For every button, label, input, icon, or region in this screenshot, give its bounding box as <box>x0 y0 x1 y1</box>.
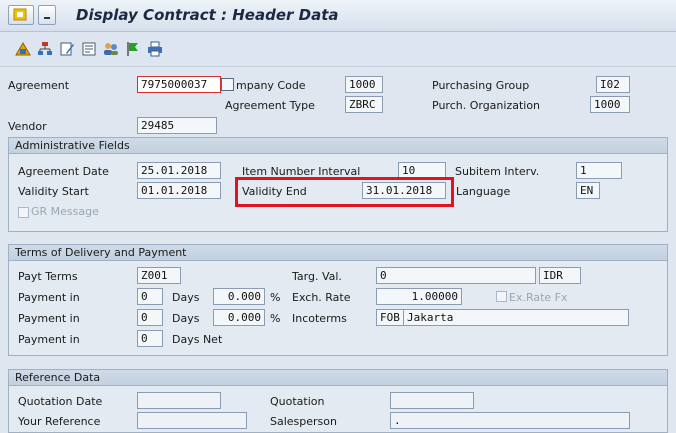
system-menu-button[interactable] <box>8 5 34 25</box>
percent-label-2: % <box>270 312 281 325</box>
payment-in-label-2: Payment in <box>18 312 80 325</box>
ex-rate-fx-label: Ex.Rate Fx <box>509 291 568 304</box>
your-reference-label: Your Reference <box>18 415 101 428</box>
days-label-1: Days <box>172 291 200 304</box>
agreement-label: Agreement <box>8 79 70 92</box>
dropdown-icon <box>44 17 50 19</box>
payt-terms-field[interactable]: Z001 <box>137 267 181 284</box>
language-field[interactable]: EN <box>576 182 600 199</box>
validity-end-label: Validity End <box>242 185 307 198</box>
print-icon[interactable] <box>146 40 164 58</box>
flag-icon[interactable] <box>124 40 142 58</box>
validity-start-field[interactable]: 01.01.2018 <box>137 182 221 199</box>
incoterms-place-field[interactable]: Jakarta <box>403 309 629 326</box>
reference-data-title: Reference Data <box>9 370 667 386</box>
hierarchy-icon[interactable] <box>36 40 54 58</box>
search-help-icon[interactable] <box>221 78 234 91</box>
administrative-fields-title: Administrative Fields <box>9 138 667 154</box>
purchasing-group-label: Purchasing Group <box>432 79 530 92</box>
vendor-label: Vendor <box>8 120 47 133</box>
purch-org-field[interactable]: 1000 <box>590 96 630 113</box>
payment-in-label-1: Payment in <box>18 291 80 304</box>
partners-icon[interactable] <box>102 40 120 58</box>
quotation-date-field[interactable] <box>137 392 221 409</box>
subitem-interval-label: Subitem Interv. <box>455 165 540 178</box>
incoterms-label: Incoterms <box>292 312 347 325</box>
subitem-interval-field[interactable]: 1 <box>576 162 622 179</box>
gr-message-checkbox[interactable] <box>18 207 29 218</box>
agreement-type-field[interactable]: ZBRC <box>345 96 383 113</box>
purch-org-label: Purch. Organization <box>432 99 541 112</box>
company-code-field[interactable]: 1000 <box>345 76 383 93</box>
payment-in-label-3: Payment in <box>18 333 80 346</box>
your-reference-field[interactable] <box>137 412 247 429</box>
company-code-label: mpany Code <box>236 79 306 92</box>
exch-rate-field[interactable]: 1.00000 <box>376 288 462 305</box>
payment-days-field-2[interactable]: 0 <box>137 309 163 326</box>
terms-of-delivery-title: Terms of Delivery and Payment <box>9 245 667 261</box>
window-menu-button[interactable] <box>38 5 56 25</box>
quotation-date-label: Quotation Date <box>18 395 103 408</box>
agreement-date-field[interactable]: 25.01.2018 <box>137 162 221 179</box>
agreement-type-label: Agreement Type <box>225 99 315 112</box>
targ-val-field[interactable]: 0 <box>376 267 536 284</box>
language-label: Language <box>456 185 511 198</box>
validity-start-label: Validity Start <box>18 185 89 198</box>
payt-terms-label: Payt Terms <box>18 270 78 283</box>
salesperson-field[interactable]: . <box>390 412 630 429</box>
validity-end-field[interactable]: 31.01.2018 <box>362 182 446 199</box>
ex-rate-fx-checkbox[interactable] <box>496 291 507 302</box>
quotation-field[interactable] <box>390 392 474 409</box>
agreement-field[interactable]: 7975000037 <box>137 76 221 93</box>
edit-icon[interactable] <box>58 40 76 58</box>
sap-menu-icon <box>13 8 27 21</box>
salesperson-label: Salesperson <box>270 415 337 428</box>
vendor-field[interactable]: 29485 <box>137 117 217 134</box>
payment-percent-field-1[interactable]: 0.000 <box>213 288 265 305</box>
days-label-2: Days <box>172 312 200 325</box>
exch-rate-label: Exch. Rate <box>292 291 351 304</box>
text-icon[interactable] <box>80 40 98 58</box>
account-assignment-icon[interactable] <box>14 40 32 58</box>
currency-field[interactable]: IDR <box>539 267 581 284</box>
purchasing-group-field[interactable]: I02 <box>596 76 630 93</box>
agreement-date-label: Agreement Date <box>18 165 109 178</box>
days-net-label: Days Net <box>172 333 223 346</box>
quotation-label: Quotation <box>270 395 325 408</box>
payment-days-field-3[interactable]: 0 <box>137 330 163 347</box>
window-title: Display Contract : Header Data <box>76 6 339 24</box>
percent-label-1: % <box>270 291 281 304</box>
payment-percent-field-2[interactable]: 0.000 <box>213 309 265 326</box>
targ-val-label: Targ. Val. <box>292 270 342 283</box>
payment-days-field-1[interactable]: 0 <box>137 288 163 305</box>
gr-message-label: GR Message <box>31 205 99 218</box>
